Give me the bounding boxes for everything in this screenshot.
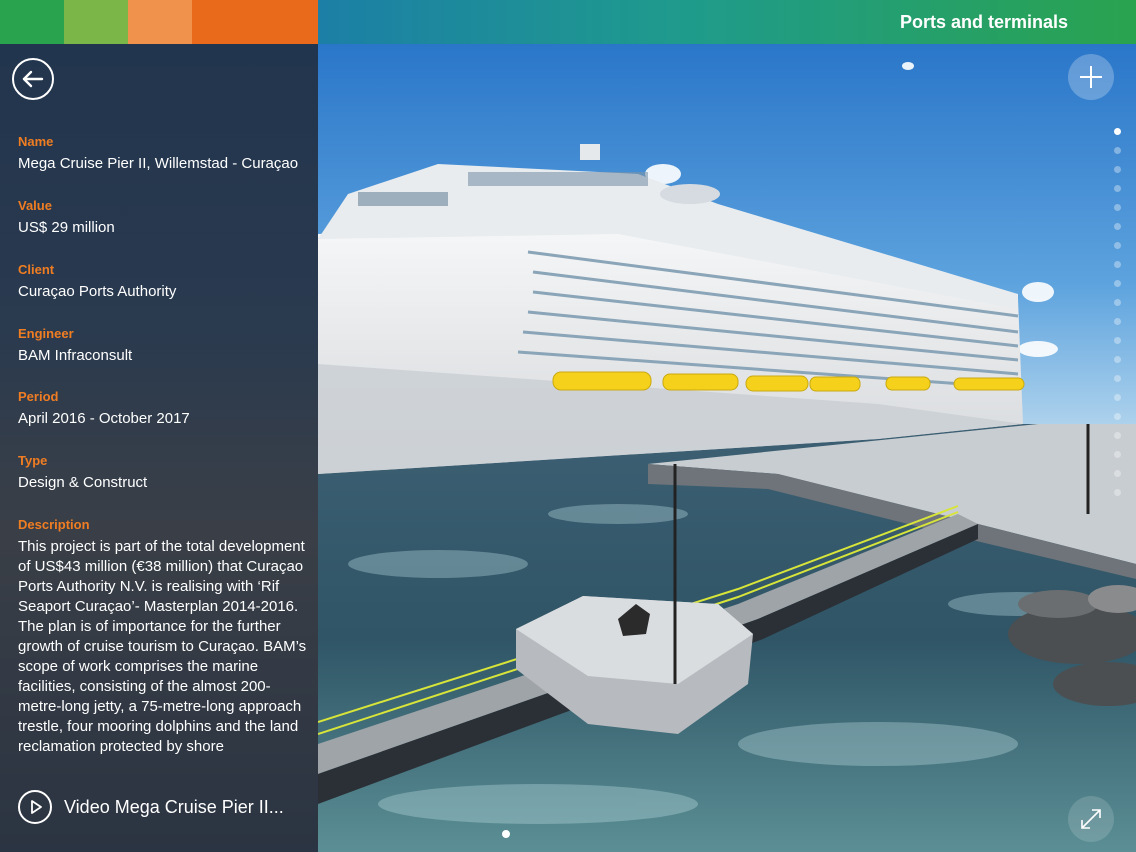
client-value: Curaçao Ports Authority bbox=[18, 283, 177, 300]
field-client: Client Curaçao Ports Authority bbox=[18, 262, 308, 302]
field-type: Type Design & Construct bbox=[18, 453, 308, 493]
page-dot[interactable] bbox=[1114, 413, 1121, 420]
page-dot[interactable] bbox=[1114, 280, 1121, 287]
period-value: April 2016 - October 2017 bbox=[18, 410, 190, 427]
engineer-label: Engineer bbox=[18, 326, 74, 341]
engineer-value: BAM Infraconsult bbox=[18, 347, 133, 364]
color-seg-1 bbox=[0, 0, 64, 44]
type-value: Design & Construct bbox=[18, 474, 148, 491]
description-label: Description bbox=[18, 517, 90, 532]
field-value: Value US$ 29 million bbox=[18, 198, 308, 238]
page-dot[interactable] bbox=[1114, 318, 1121, 325]
field-period: Period April 2016 - October 2017 bbox=[18, 389, 308, 429]
page-dot[interactable] bbox=[1114, 185, 1121, 192]
video-link[interactable]: Video Mega Cruise Pier II... bbox=[18, 789, 284, 825]
page-dot[interactable] bbox=[1114, 299, 1121, 306]
plus-icon bbox=[1080, 66, 1102, 88]
page-dot[interactable] bbox=[1114, 147, 1121, 154]
name-label: Name bbox=[18, 134, 54, 149]
expand-button[interactable] bbox=[1068, 796, 1114, 842]
page-dot[interactable] bbox=[1114, 242, 1121, 249]
color-seg-4 bbox=[192, 0, 318, 44]
arrow-left-icon bbox=[22, 70, 44, 88]
page-dot[interactable] bbox=[1114, 128, 1121, 135]
field-name: Name Mega Cruise Pier II, Willemstad - C… bbox=[18, 134, 308, 174]
page-dot[interactable] bbox=[1114, 337, 1121, 344]
page-dot[interactable] bbox=[1114, 223, 1121, 230]
expand-icon bbox=[1081, 809, 1101, 829]
page-dot[interactable] bbox=[1114, 261, 1121, 268]
color-seg-3 bbox=[128, 0, 192, 44]
cruise-pier-illustration bbox=[318, 44, 1136, 852]
top-bar: Ports and terminals bbox=[318, 0, 1136, 44]
project-image[interactable] bbox=[318, 44, 1136, 852]
video-label: Video Mega Cruise Pier II... bbox=[64, 796, 284, 817]
page-dot[interactable] bbox=[1114, 470, 1121, 477]
add-button[interactable] bbox=[1068, 54, 1114, 100]
back-button[interactable] bbox=[12, 58, 54, 100]
project-info-panel: Name Mega Cruise Pier II, Willemstad - C… bbox=[0, 44, 318, 852]
page-dot[interactable] bbox=[1114, 375, 1121, 382]
description-text: This project is part of the total develo… bbox=[18, 538, 307, 755]
play-icon bbox=[31, 800, 42, 814]
field-engineer: Engineer BAM Infraconsult bbox=[18, 326, 308, 366]
section-title: Ports and terminals bbox=[899, 12, 1068, 32]
brand-color-strip bbox=[0, 0, 318, 44]
color-seg-2 bbox=[64, 0, 128, 44]
page-indicator bbox=[1113, 128, 1123, 508]
page-dot[interactable] bbox=[1114, 394, 1121, 401]
page-dot[interactable] bbox=[1114, 451, 1121, 458]
page-dot[interactable] bbox=[1114, 166, 1121, 173]
period-label: Period bbox=[18, 389, 59, 404]
image-page-dot[interactable] bbox=[502, 830, 510, 838]
name-value: Mega Cruise Pier II, Willemstad - Curaça… bbox=[18, 155, 299, 172]
page-dot[interactable] bbox=[1114, 356, 1121, 363]
type-label: Type bbox=[18, 453, 48, 468]
page-dot[interactable] bbox=[1114, 204, 1121, 211]
field-description: Description This project is part of the … bbox=[18, 517, 308, 757]
value-label: Value bbox=[18, 198, 52, 213]
play-button[interactable] bbox=[18, 790, 52, 824]
page-dot[interactable] bbox=[1114, 489, 1121, 496]
client-label: Client bbox=[18, 262, 55, 277]
value-value: US$ 29 million bbox=[18, 219, 115, 236]
page-dot[interactable] bbox=[1114, 432, 1121, 439]
